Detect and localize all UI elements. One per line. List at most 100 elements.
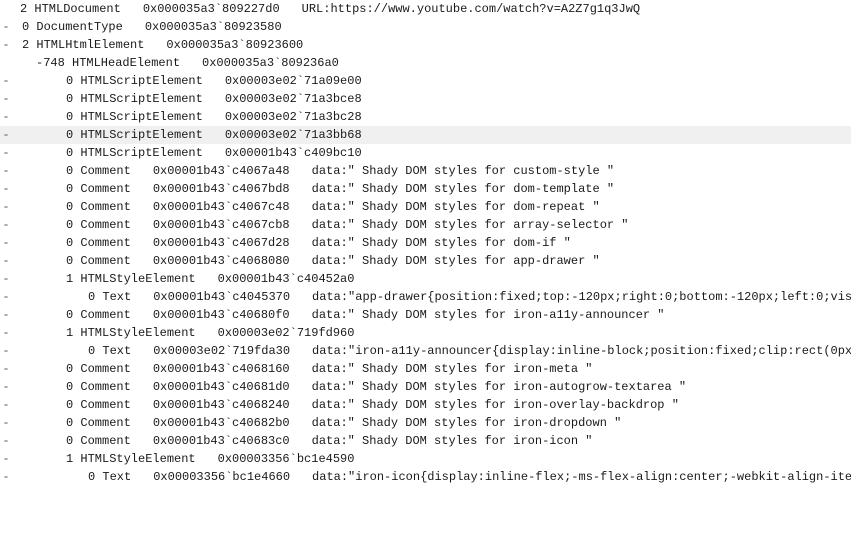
tree-node-segment: 0 Comment	[66, 180, 131, 198]
tree-node-segment: 0x00001b43`c4067bd8	[153, 180, 290, 198]
tree-node-segment: 0x00003e02`71a3bc28	[225, 108, 362, 126]
tree-node-segment: 0 Comment	[66, 198, 131, 216]
collapse-icon[interactable]: -	[0, 396, 12, 414]
tree-node-segment: 0 HTMLScriptElement	[66, 90, 203, 108]
tree-node-segment: 0x00001b43`c40682b0	[153, 414, 290, 432]
tree-node-segment: 0x00003e02`719fda30	[153, 342, 290, 360]
tree-node-segment: 0x00001b43`c40683c0	[153, 432, 290, 450]
tree-row[interactable]: - 0 HTMLScriptElement 0x00001b43`c409bc10	[0, 144, 851, 162]
tree-row[interactable]: -1 HTMLStyleElement0x00003356`bc1e4590	[0, 450, 851, 468]
tree-row[interactable]: -0 Comment0x00001b43`c4068160data:" Shad…	[0, 360, 851, 378]
tree-node-segment: 2 HTMLHtmlElement	[22, 36, 144, 54]
tree-row[interactable]: -0 Comment0x00001b43`c40682b0data:" Shad…	[0, 414, 851, 432]
tree-row[interactable]: -0 Comment0x00001b43`c40680f0data:" Shad…	[0, 306, 851, 324]
collapse-icon[interactable]: -	[0, 72, 12, 90]
tree-row[interactable]: -0 Comment0x00001b43`c4067cb8data:" Shad…	[0, 216, 851, 234]
collapse-icon[interactable]: -	[0, 342, 12, 360]
collapse-icon[interactable]: -	[0, 468, 12, 486]
tree-node-segment: data:"iron-a11y-announcer{display:inline…	[312, 342, 851, 360]
tree-node-segment: 0 HTMLScriptElement	[66, 108, 203, 126]
collapse-icon[interactable]: -	[0, 216, 12, 234]
tree-node-segment: 0x00001b43`c4045370	[153, 288, 290, 306]
collapse-icon[interactable]: -	[0, 414, 12, 432]
tree-row[interactable]: - 0 Comment 0x00001b43`c40683c0 data:" Shad…	[0, 432, 851, 450]
tree-node-segment: 0x00001b43`c40680f0	[153, 306, 290, 324]
collapse-icon[interactable]: -	[0, 162, 12, 180]
collapse-icon[interactable]: -	[0, 234, 12, 252]
tree-node-segment: data:"app-drawer{position:fixed;top:-120…	[312, 288, 851, 306]
tree-node-segment: 0 Comment	[66, 162, 131, 180]
tree-node-segment: 0x00001b43`c4067d28	[153, 234, 290, 252]
collapse-icon[interactable]: -	[0, 378, 12, 396]
tree-row[interactable]: -0 Comment0x00001b43`c4067a48data:" Shad…	[0, 162, 851, 180]
tree-node-segment: 0 DocumentType	[22, 18, 123, 36]
tree-node-segment: 0x000035a3`80923600	[166, 36, 303, 54]
tree-node-segment: data:" Shady DOM styles for dom-template…	[312, 180, 614, 198]
collapse-icon[interactable]: -	[0, 18, 12, 36]
collapse-icon[interactable]: -	[0, 36, 12, 54]
tree-node-segment: 0 Comment	[66, 414, 131, 432]
tree-node-segment: 0x00003e02`71a09e00	[225, 72, 362, 90]
collapse-icon[interactable]: -	[0, 90, 12, 108]
tree-node-segment: 0 Text	[88, 288, 131, 306]
tree-node-segment: 0 Comment	[66, 378, 131, 396]
tree-row[interactable]: -1 HTMLStyleElement0x00001b43`c40452a0	[0, 270, 851, 288]
collapse-icon[interactable]: -	[0, 108, 12, 126]
tree-node-segment: 0 HTMLScriptElement	[66, 72, 203, 90]
tree-row[interactable]: - 0 Comment 0x00001b43`c4067bd8 data:" Shad…	[0, 180, 851, 198]
tree-node-segment: data:" Shady DOM styles for iron-icon "	[312, 432, 593, 450]
tree-node-segment: data:" Shady DOM styles for iron-autogro…	[312, 378, 686, 396]
tree-row[interactable]: - 0 HTMLScriptElement 0x00003e02`71a3bce8	[0, 90, 851, 108]
collapse-icon[interactable]: -	[0, 270, 12, 288]
collapse-icon[interactable]: -	[0, 180, 12, 198]
tree-row[interactable]: -0 Comment0x00001b43`c4067c48data:" Shad…	[0, 198, 851, 216]
tree-node-segment: 0 HTMLScriptElement	[66, 144, 203, 162]
tree-node-segment: 0x000035a3`809236a0	[202, 54, 339, 72]
tree-node-segment: 0 HTMLScriptElement	[66, 126, 203, 144]
tree-row[interactable]: -0 Comment0x00001b43`c4068080data:" Shad…	[0, 252, 851, 270]
collapse-icon[interactable]: -	[0, 252, 12, 270]
collapse-icon[interactable]: -	[0, 450, 12, 468]
dom-tree: 2 HTMLDocument0x000035a3`809227d0URL:htt…	[0, 0, 851, 486]
collapse-icon[interactable]: -	[0, 198, 12, 216]
tree-row[interactable]: - 0 HTMLScriptElement 0x00003e02`71a3bc28	[0, 108, 851, 126]
tree-node-segment: 0x00001b43`c4067cb8	[153, 216, 290, 234]
tree-node-segment: 0x00001b43`c40681d0	[153, 378, 290, 396]
tree-row[interactable]: -0 HTMLScriptElement0x00003e02`71a3bb68	[0, 126, 851, 144]
tree-node-segment: 0 Comment	[66, 216, 131, 234]
tree-row[interactable]: - 0 HTMLScriptElement 0x00003e02`71a09e00	[0, 72, 851, 90]
tree-node-segment: 0 Text	[88, 468, 131, 486]
tree-node-segment: 0x00003e02`719fd960	[218, 324, 355, 342]
collapse-icon[interactable]: -	[0, 126, 12, 144]
collapse-icon[interactable]: -	[0, 360, 12, 378]
collapse-icon[interactable]: -	[0, 288, 12, 306]
tree-row[interactable]: -0 Comment0x00001b43`c4068240data:" Shad…	[0, 396, 851, 414]
tree-node-segment: 0 Comment	[66, 432, 131, 450]
tree-row[interactable]: -1 HTMLStyleElement0x00003e02`719fd960	[0, 324, 851, 342]
tree-node-segment: data:"iron-icon{display:inline-flex;-ms-…	[312, 468, 851, 486]
tree-row[interactable]: -2 HTMLHtmlElement 0x000035a3`80923600	[0, 36, 851, 54]
tree-node-segment: data:" Shady DOM styles for iron-a11y-an…	[312, 306, 665, 324]
tree-node-segment: 0 Comment	[66, 234, 131, 252]
tree-row[interactable]: - 0 Text 0x00003356`bc1e4660 data:"iron-ico…	[0, 468, 851, 486]
tree-node-segment: 0 Comment	[66, 396, 131, 414]
tree-node-segment: data:" Shady DOM styles for custom-style…	[312, 162, 614, 180]
tree-node-segment: 0 Comment	[66, 360, 131, 378]
tree-row[interactable]: -0 DocumentType0x000035a3`80923580	[0, 18, 851, 36]
tree-node-segment: 0x00003e02`71a3bce8	[225, 90, 362, 108]
collapse-icon[interactable]: -	[0, 306, 12, 324]
collapse-icon[interactable]: -	[0, 144, 12, 162]
tree-row[interactable]: 2 HTMLDocument0x000035a3`809227d0URL:htt…	[0, 0, 851, 18]
tree-row[interactable]: - 0 Text 0x00001b43`c4045370 data:"app-draw…	[0, 288, 851, 306]
tree-node-segment: 1 HTMLStyleElement	[66, 450, 196, 468]
tree-node-segment: 0x00001b43`c409bc10	[225, 144, 362, 162]
tree-node-segment: 0x000035a3`809227d0	[143, 0, 280, 18]
tree-row[interactable]: -748 HTMLHeadElement0x000035a3`809236a0	[0, 54, 851, 72]
tree-node-segment: 0 Comment	[66, 252, 131, 270]
tree-node-segment: 0x00003356`bc1e4660	[153, 468, 290, 486]
tree-row[interactable]: - 0 Comment 0x00001b43`c40681d0 data:" Shad…	[0, 378, 851, 396]
collapse-icon[interactable]: -	[0, 324, 12, 342]
collapse-icon[interactable]: -	[0, 432, 12, 450]
tree-row[interactable]: -0 Text0x00003e02`719fda30data:"iron-a11…	[0, 342, 851, 360]
tree-row[interactable]: -0 Comment0x00001b43`c4067d28data:" Shad…	[0, 234, 851, 252]
